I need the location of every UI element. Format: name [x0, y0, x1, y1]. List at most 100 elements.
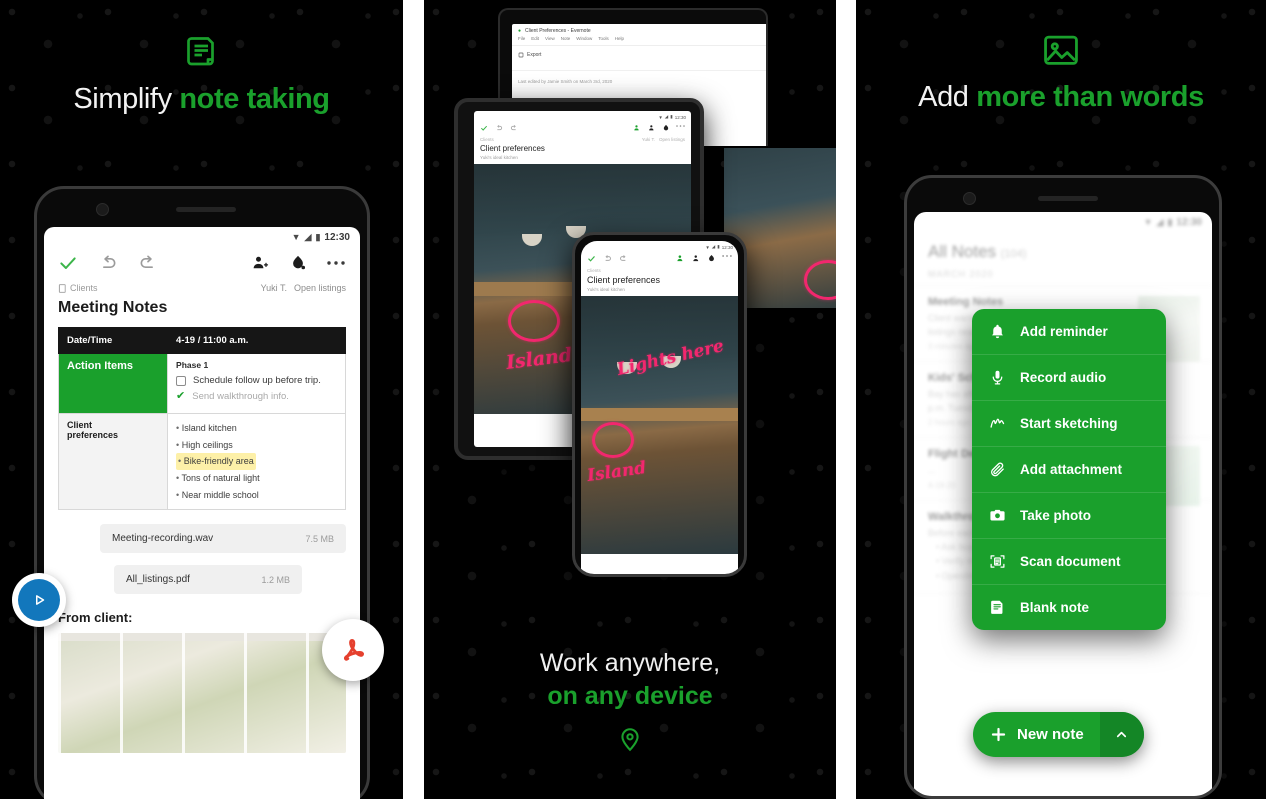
- panel3-headline-block: Add more than words: [856, 34, 1266, 114]
- menu-item-start-sketching[interactable]: Start sketching: [972, 401, 1166, 447]
- page-title: All Notes (104): [914, 230, 1212, 262]
- new-note-fab[interactable]: New note: [973, 712, 1144, 757]
- list-count: (104): [1000, 248, 1027, 260]
- menu-item-add-reminder[interactable]: Add reminder: [972, 309, 1166, 355]
- undo-icon[interactable]: [495, 124, 503, 132]
- menu-item-add-attachment[interactable]: Add attachment: [972, 447, 1166, 493]
- export-icon: [518, 52, 524, 58]
- create-note-menu: Add reminder Record audio Start sketchin…: [972, 309, 1166, 630]
- headline-accent: more than words: [976, 81, 1204, 113]
- paperclip-icon: [988, 460, 1007, 479]
- menu-item-blank-note[interactable]: Blank note: [972, 585, 1166, 630]
- tablet-toolbar: [474, 121, 691, 135]
- person-add-icon[interactable]: [692, 254, 701, 263]
- phone-notch: [37, 189, 367, 227]
- microphone-icon: [988, 368, 1007, 387]
- undo-icon[interactable]: [98, 253, 118, 273]
- signal-icon: ◢: [1156, 217, 1164, 227]
- note-chip-collaborator[interactable]: Yuki T.: [261, 283, 287, 293]
- counter-top: [581, 408, 738, 421]
- menu-bar[interactable]: File Edit View Note Window Tools Help: [512, 36, 766, 46]
- menu-item-scan-document[interactable]: Scan document: [972, 539, 1166, 585]
- attachment-name: Meeting-recording.wav: [112, 533, 214, 545]
- menu-view[interactable]: View: [545, 36, 555, 41]
- phone2-toolbar: [581, 251, 738, 266]
- more-options-icon[interactable]: [722, 254, 732, 258]
- front-camera-icon: [963, 192, 977, 205]
- play-audio-badge[interactable]: [12, 573, 66, 627]
- menu-tools[interactable]: Tools: [598, 36, 609, 41]
- tablet-note-meta: Clients Yuki T. Open listings: [474, 135, 691, 142]
- attach-info-icon[interactable]: [662, 124, 670, 132]
- checkbox-unchecked-icon[interactable]: [176, 376, 187, 386]
- tablet-note-subtitle: Yuki's ideal kitchen: [480, 155, 518, 160]
- share-members-icon[interactable]: [633, 124, 642, 132]
- note-icon: [988, 598, 1007, 617]
- month-header: MARCH 2020: [914, 262, 1212, 286]
- battery-icon: ▮: [315, 232, 321, 242]
- person-add-icon[interactable]: [250, 253, 270, 273]
- panel2-tagline-block: Work anywhere, on any device: [424, 647, 836, 759]
- note-meta: Clients Yuki T. Open listings: [58, 279, 346, 295]
- window-titlebar: ● Client Preferences - Evernote: [512, 24, 766, 36]
- panel1-headline: Simplify note taking: [0, 83, 403, 116]
- redo-icon[interactable]: [510, 124, 518, 132]
- checkbox-checked-icon[interactable]: ✔: [176, 391, 185, 402]
- redo-icon[interactable]: [619, 254, 628, 263]
- panel-divider-left: [403, 0, 424, 799]
- note-chip-tag[interactable]: Open listings: [294, 283, 346, 293]
- attachment-name: All_listings.pdf: [126, 574, 190, 586]
- export-button[interactable]: Export: [512, 46, 766, 64]
- pdf-badge[interactable]: [322, 619, 384, 681]
- notebook-breadcrumb[interactable]: Clients: [58, 283, 98, 293]
- battery-icon: ▮: [1167, 217, 1173, 227]
- tagline-line2: on any device: [547, 681, 713, 710]
- note-chip-tag[interactable]: Open listings: [659, 137, 685, 142]
- menu-edit[interactable]: Edit: [531, 36, 539, 41]
- attachment-audio[interactable]: Meeting-recording.wav 7.5 MB: [100, 524, 346, 554]
- headline-plain: Simplify: [73, 83, 180, 115]
- menu-window[interactable]: Window: [576, 36, 592, 41]
- menu-file[interactable]: File: [518, 36, 525, 41]
- headline-plain: Add: [918, 81, 977, 113]
- menu-note[interactable]: Note: [561, 36, 571, 41]
- new-note-label: New note: [1017, 726, 1084, 743]
- attachment-pdf[interactable]: All_listings.pdf 1.2 MB: [114, 565, 302, 595]
- check-icon[interactable]: [58, 253, 78, 273]
- scan-icon: [988, 552, 1007, 571]
- editor-toolbar: [44, 245, 360, 279]
- more-options-icon[interactable]: [326, 253, 346, 273]
- menu-item-record-audio[interactable]: Record audio: [972, 355, 1166, 401]
- redo-icon[interactable]: [138, 253, 158, 273]
- export-label: Export: [527, 52, 542, 58]
- new-note-expand-button[interactable]: [1099, 712, 1144, 757]
- note-document-icon: [186, 37, 214, 66]
- panel-divider-right: [836, 0, 856, 799]
- menu-item-label: Scan document: [1020, 554, 1121, 569]
- share-members-icon[interactable]: [676, 254, 686, 263]
- signal-icon: ◢: [711, 244, 716, 249]
- phone2-note-title: Client preferences: [587, 275, 661, 285]
- signal-icon: ◢: [304, 232, 312, 242]
- camera-icon: [988, 506, 1007, 525]
- attach-info-icon[interactable]: [288, 253, 308, 273]
- new-note-main-button[interactable]: New note: [973, 712, 1100, 757]
- more-options-icon[interactable]: [676, 124, 685, 128]
- list-title: All Notes: [928, 242, 997, 261]
- location-pin-icon: [621, 728, 639, 752]
- client-photo: [58, 633, 346, 754]
- battery-icon: ▮: [670, 114, 673, 119]
- panel3-headline: Add more than words: [856, 81, 1266, 114]
- menu-help[interactable]: Help: [615, 36, 624, 41]
- panel-simplify-note-taking: Simplify note taking ▼ ◢ ▮ 12:30 Clients…: [0, 0, 403, 799]
- task-row[interactable]: ✔ Send walkthrough info.: [176, 391, 337, 403]
- attach-info-icon[interactable]: [707, 254, 716, 263]
- person-add-icon[interactable]: [648, 124, 656, 132]
- undo-icon[interactable]: [603, 254, 612, 263]
- task-row[interactable]: Schedule follow up before trip.: [176, 375, 337, 386]
- check-icon[interactable]: [480, 124, 488, 132]
- cell-datetime-label: Date/Time: [57, 327, 169, 354]
- menu-item-take-photo[interactable]: Take photo: [972, 493, 1166, 539]
- note-chip-collaborator[interactable]: Yuki T.: [642, 137, 655, 142]
- check-icon[interactable]: [587, 254, 596, 263]
